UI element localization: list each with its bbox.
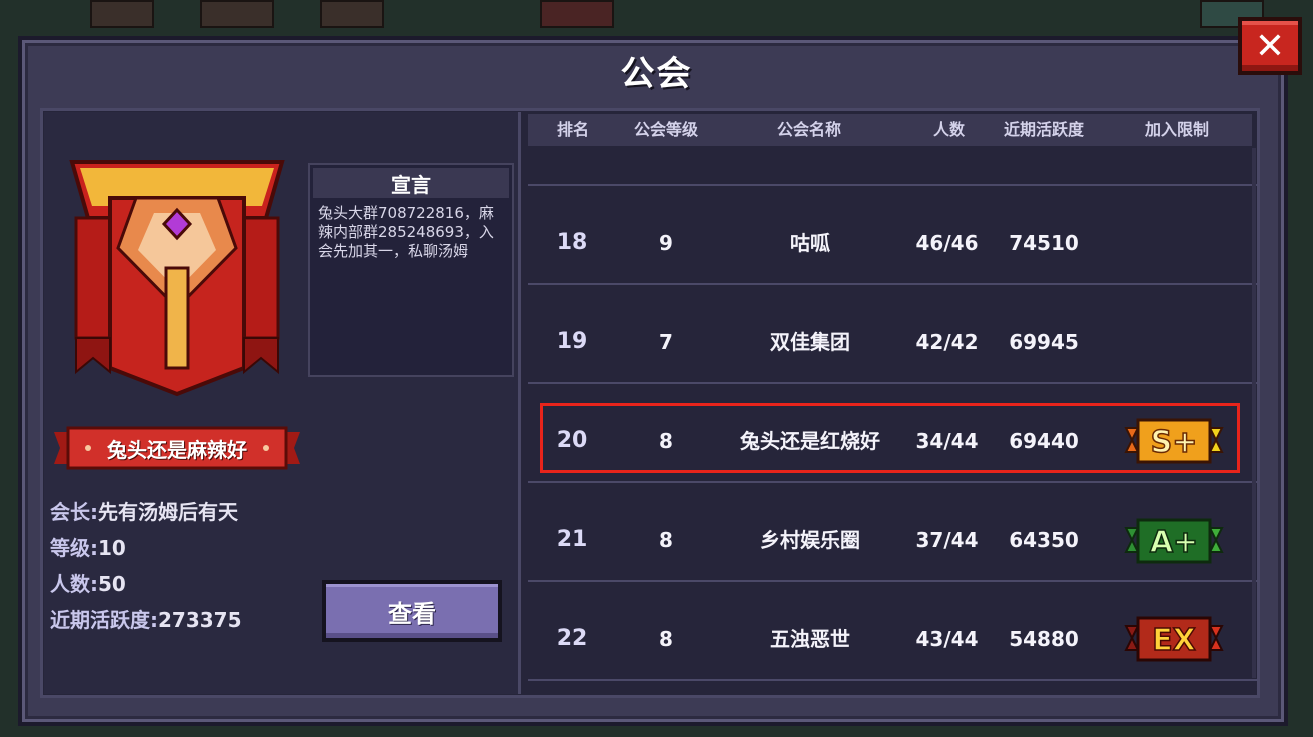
badge-label: S+: [1151, 425, 1198, 460]
close-button[interactable]: ✕: [1238, 17, 1302, 75]
activity-value: 273375: [158, 608, 242, 632]
row-divider: [528, 679, 1258, 681]
members-value: 50: [98, 572, 126, 596]
row-activity: 74510: [1009, 231, 1079, 255]
leader-label: 会长:: [50, 500, 98, 524]
row-activity: 69440: [1009, 429, 1079, 453]
row-divider: [528, 184, 1258, 186]
row-divider: [528, 580, 1258, 582]
row-level: 7: [659, 330, 673, 354]
row-divider: [528, 382, 1258, 384]
join-limit-ex-badge: EX: [1124, 616, 1224, 662]
guild-name: 兔头还是麻辣好: [107, 437, 247, 462]
row-activity: 64350: [1009, 528, 1079, 552]
join-limit-a-plus-badge: A+: [1124, 518, 1224, 564]
row-divider: [528, 481, 1258, 483]
background-tile: [320, 0, 384, 28]
row-level: 9: [659, 231, 673, 255]
header-join-limit: 加入限制: [1144, 120, 1209, 139]
guild-level: 等级:10: [50, 532, 126, 561]
page-title: 公会: [620, 54, 693, 94]
row-rank: 20: [556, 428, 588, 453]
join-limit-s-plus-badge: S+: [1124, 418, 1224, 464]
badge-label: EX: [1152, 623, 1196, 658]
row-activity: 69945: [1009, 330, 1079, 354]
row-divider: [528, 283, 1258, 285]
level-value: 10: [98, 536, 126, 560]
row-rank: 18: [556, 230, 588, 255]
header-members: 人数: [932, 120, 965, 139]
row-rank: 19: [556, 329, 588, 354]
declaration-text: 兔头大群708722816，麻辣内部群285248693，入会先加其一，私聊汤姆: [318, 204, 494, 260]
table-scrollbar[interactable]: [1252, 148, 1256, 678]
background-tile: [540, 0, 614, 28]
header-rank: 排名: [556, 120, 589, 139]
row-level: 8: [659, 627, 673, 651]
header-level: 公会等级: [633, 120, 698, 139]
activity-label: 近期活跃度:: [50, 608, 158, 632]
row-level: 8: [659, 528, 673, 552]
row-members: 34/44: [915, 429, 979, 453]
badge-label: A+: [1150, 525, 1198, 560]
close-icon: ✕: [1254, 25, 1286, 67]
row-members: 46/46: [915, 231, 979, 255]
declaration-title: 宣言: [313, 168, 509, 198]
row-guild-name: 咕呱: [790, 231, 830, 255]
background-tile: [200, 0, 274, 28]
row-rank: 21: [556, 527, 588, 552]
view-button[interactable]: 查看: [322, 580, 502, 642]
row-guild-name: 五浊恶世: [770, 627, 850, 651]
row-members: 43/44: [915, 627, 979, 651]
level-label: 等级:: [50, 536, 98, 560]
background-tile: [90, 0, 154, 28]
row-guild-name: 乡村娱乐圈: [760, 528, 860, 552]
panel-divider: [518, 112, 521, 694]
guild-emblem-icon: [69, 160, 285, 397]
leader-value: 先有汤姆后有天: [98, 500, 238, 524]
row-members: 42/42: [915, 330, 979, 354]
header-activity: 近期活跃度: [1003, 120, 1084, 139]
guild-activity: 近期活跃度:273375: [50, 604, 242, 633]
row-guild-name: 双佳集团: [770, 330, 850, 354]
members-label: 人数:: [50, 572, 98, 596]
row-rank: 22: [556, 626, 588, 651]
guild-leader: 会长:先有汤姆后有天: [50, 496, 238, 525]
row-guild-name: 兔头还是红烧好: [740, 429, 880, 453]
header-name: 公会名称: [776, 120, 841, 139]
guild-members: 人数:50: [50, 568, 126, 597]
row-level: 8: [659, 429, 673, 453]
row-members: 37/44: [915, 528, 979, 552]
row-activity: 54880: [1009, 627, 1079, 651]
